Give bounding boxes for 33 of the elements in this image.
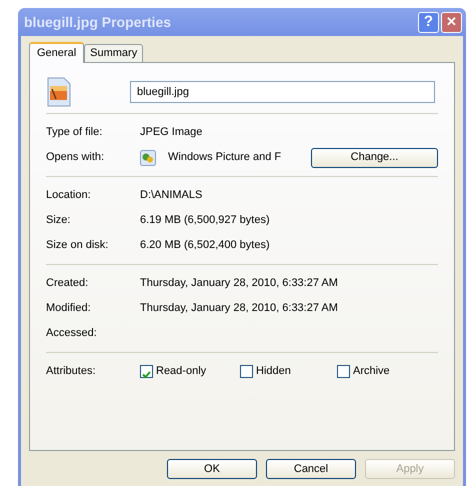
tab[interactable]: General bbox=[29, 42, 84, 63]
app-name: Windows Picture and F bbox=[168, 150, 282, 166]
help-button[interactable]: ? bbox=[418, 12, 439, 32]
field-value: Thursday, January 28, 2010, 6:33:27 AM bbox=[140, 276, 338, 292]
app-icon bbox=[140, 150, 156, 166]
dialog-button[interactable]: Cancel bbox=[266, 459, 356, 479]
field-label: Modified: bbox=[46, 301, 92, 316]
field-label: Type of file: bbox=[46, 125, 104, 140]
checkbox[interactable] bbox=[337, 365, 350, 378]
window-title: bluegill.jpg Properties bbox=[24, 12, 172, 32]
field-value: D:\ANIMALS bbox=[140, 188, 202, 204]
field-label: Attributes: bbox=[46, 364, 97, 380]
field-label: Location: bbox=[46, 188, 92, 204]
file-name-field[interactable]: bluegill.jpg bbox=[130, 81, 435, 103]
checkbox[interactable] bbox=[240, 365, 253, 378]
field-label: Size on disk: bbox=[46, 238, 110, 254]
field-value: Thursday, January 28, 2010, 6:33:27 AM bbox=[140, 301, 338, 316]
checkbox[interactable] bbox=[140, 365, 153, 378]
checkbox-label: Read-only bbox=[156, 364, 206, 380]
image-file-icon bbox=[46, 77, 72, 107]
checkbox-label: Hidden bbox=[256, 364, 291, 380]
field-label: Opens with: bbox=[46, 150, 106, 166]
field-label: Size: bbox=[46, 213, 72, 228]
field-label: Accessed: bbox=[46, 326, 98, 342]
dialog-button[interactable]: OK bbox=[167, 459, 257, 479]
field-value: 6.20 MB (6,502,400 bytes) bbox=[140, 238, 270, 254]
checkbox-label: Archive bbox=[353, 364, 390, 380]
tab[interactable]: Summary bbox=[84, 44, 144, 62]
field-value: JPEG Image bbox=[140, 125, 202, 140]
field-label: Created: bbox=[46, 276, 90, 292]
close-button[interactable]: ✕ bbox=[441, 12, 462, 32]
field-value: 6.19 MB (6,500,927 bytes) bbox=[140, 213, 270, 228]
change-button[interactable]: Change... bbox=[311, 148, 438, 168]
